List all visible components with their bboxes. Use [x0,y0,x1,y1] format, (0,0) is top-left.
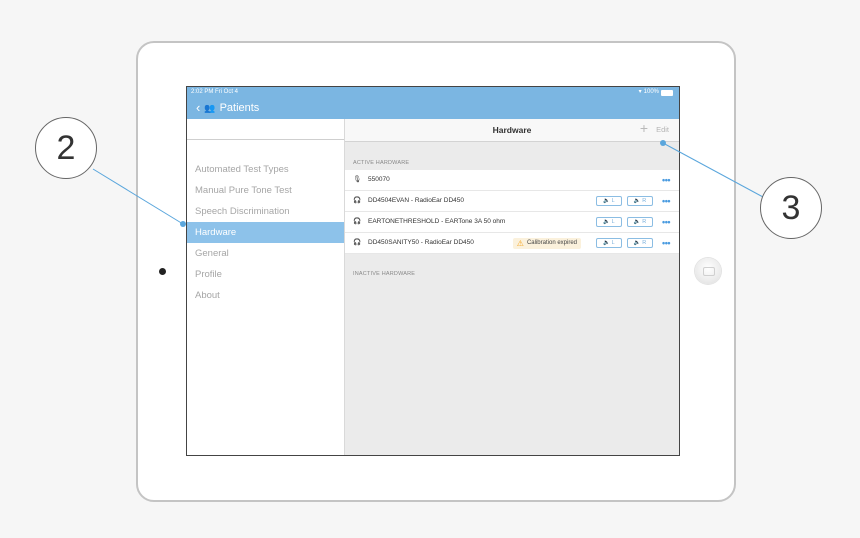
sidebar-list: Automated Test Types Manual Pure Tone Te… [187,159,344,306]
warning-icon: ⚠ [516,239,524,248]
hardware-label: DD450SANITY50 - RadioEar DD450 [368,239,474,246]
left-speaker-test-button[interactable]: 🔈 L [596,217,622,227]
battery-icon [661,89,673,96]
callout-number-3: 3 [760,177,822,239]
tablet-camera [159,268,166,275]
settings-sidebar: Automated Test Types Manual Pure Tone Te… [187,119,345,455]
active-hardware-header: ACTIVE HARDWARE [353,160,410,166]
speaker-left-label: L [611,240,615,246]
headphones-icon: 🎧 [353,218,362,225]
left-speaker-test-button[interactable]: 🔈 L [596,238,622,248]
status-right: ▾ 100% [639,87,673,98]
add-hardware-button[interactable]: + [640,120,648,136]
hardware-row[interactable]: 🎧 DD450SANITY50 - RadioEar DD450 ⚠ Calib… [345,233,679,254]
sidebar-item-manual-pure-tone-test[interactable]: Manual Pure Tone Test [187,180,344,201]
sidebar-header [187,119,344,140]
hardware-label: DD4504EVAN - RadioEar DD450 [368,197,464,204]
hardware-row[interactable]: 🎧 DD4504EVAN - RadioEar DD450 🔈 L 🔈 R ••… [345,191,679,212]
sidebar-item-general[interactable]: General [187,243,344,264]
calibration-warning-text: Calibration expired [526,240,577,246]
right-speaker-test-button[interactable]: 🔈 R [627,217,653,227]
hardware-panel: Hardware + Edit ACTIVE HARDWARE 🎙 550070… [345,119,679,455]
hardware-label: 550070 [368,176,390,183]
more-options-button[interactable]: ••• [662,191,670,211]
more-options-button[interactable]: ••• [662,212,670,232]
hardware-label: EARTONETHRESHOLD - EARTone 3A 50 ohm [368,218,506,225]
status-bar: 2:02 PM Fri Oct 4 ▾ 100% [187,87,679,98]
sidebar-item-speech-discrimination[interactable]: Speech Discrimination [187,201,344,222]
nav-bar: ‹ 👥 Patients [187,98,679,119]
chevron-left-icon: ‹ [196,100,201,115]
headphones-icon: 🎧 [353,197,362,204]
status-time: 2:02 PM Fri Oct 4 [191,89,239,95]
speaker-left-label: L [611,219,615,225]
calibration-warning-badge: ⚠ Calibration expired [512,238,581,249]
speaker-right-label: R [642,240,647,246]
sidebar-item-about[interactable]: About [187,285,344,306]
more-options-button[interactable]: ••• [662,170,670,190]
microphone-icon: 🎙 [353,176,362,183]
app-screen: 2:02 PM Fri Oct 4 ▾ 100% ‹ 👥 Patients Au… [186,86,680,456]
speaker-right-label: R [642,198,647,204]
sidebar-item-profile[interactable]: Profile [187,264,344,285]
detail-header: Hardware + Edit [345,119,679,142]
home-button[interactable] [695,258,721,284]
callout-number-2: 2 [35,117,97,179]
speaker-right-label: R [642,219,647,225]
back-button[interactable]: ‹ 👥 Patients [196,100,259,116]
sidebar-item-hardware[interactable]: Hardware [187,222,344,243]
more-options-button[interactable]: ••• [662,233,670,253]
left-speaker-test-button[interactable]: 🔈 L [596,196,622,206]
right-speaker-test-button[interactable]: 🔈 R [627,238,653,248]
right-speaker-test-button[interactable]: 🔈 R [627,196,653,206]
edit-button[interactable]: Edit [656,125,669,134]
sidebar-item-automated-test-types[interactable]: Automated Test Types [187,159,344,180]
back-label: Patients [219,102,260,114]
page-title: Hardware [492,125,532,135]
hardware-row[interactable]: 🎧 EARTONETHRESHOLD - EARTone 3A 50 ohm 🔈… [345,212,679,233]
headphones-icon: 🎧 [353,239,362,246]
patients-group-icon: 👥 [204,103,216,113]
inactive-hardware-header: INACTIVE HARDWARE [353,271,416,277]
speaker-left-label: L [611,198,615,204]
battery-percent: 100% [643,89,659,95]
wifi-icon: ▾ [638,89,642,95]
active-hardware-list: 🎙 550070 ••• 🎧 DD4504EVAN - RadioEar DD4… [345,170,679,254]
hardware-row[interactable]: 🎙 550070 ••• [345,170,679,191]
